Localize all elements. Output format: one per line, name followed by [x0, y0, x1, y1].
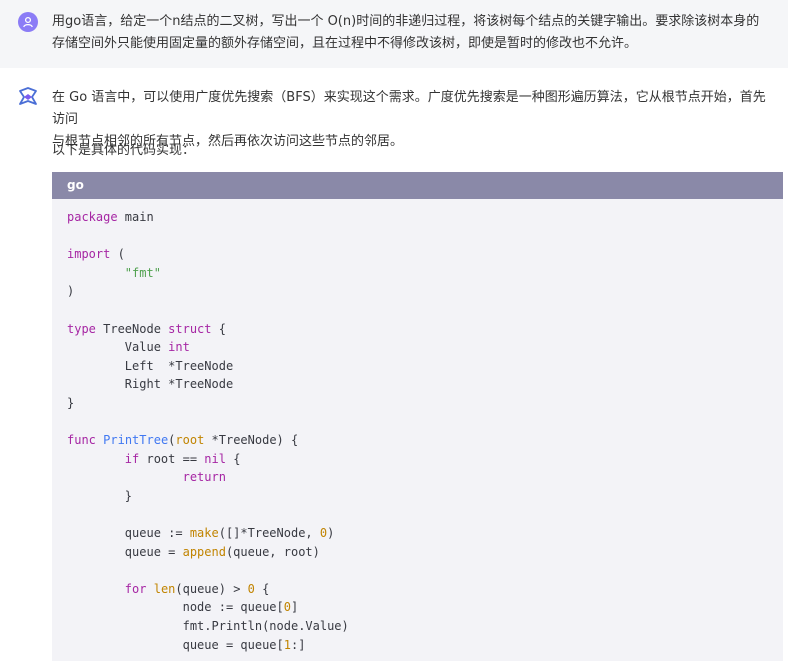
code-line: }	[67, 488, 133, 503]
code-body[interactable]: package main​import ( "fmt")​type TreeNo…	[52, 199, 783, 654]
user-message-line: 存储空间外只能使用固定量的额外存储空间，且在过程中不得修改该树，即使是暂时的修改…	[52, 36, 638, 51]
code-line: )	[67, 284, 75, 299]
code-line: fmt.Println(node.Value)	[67, 619, 349, 634]
code-line: func PrintTree(root *TreeNode) {	[67, 433, 299, 448]
code-line: node := queue[0]	[67, 600, 299, 615]
code-line: }	[67, 395, 75, 410]
code-line: ​	[67, 561, 783, 580]
code-line: return	[182, 470, 226, 485]
user-message-row: 用go语言，给定一个n结点的二叉树，写出一个 O(n)时间的非递归过程，将该树每…	[0, 0, 788, 68]
code-line: import (	[67, 247, 125, 262]
code-line: Value int	[67, 340, 190, 355]
user-icon	[22, 13, 34, 32]
code-line: queue = queue[1:]	[67, 637, 306, 652]
assistant-logo-icon	[17, 87, 39, 112]
user-avatar	[18, 12, 38, 32]
code-line: ​	[67, 413, 783, 432]
code-line: Right *TreeNode	[67, 377, 234, 392]
assistant-line: 在 Go 语言中，可以使用广度优先搜索（BFS）来实现这个需求。广度优先搜索是一…	[52, 90, 766, 127]
code-line: for len(queue) > 0 {	[124, 581, 270, 596]
code-line: type TreeNode struct {	[67, 321, 226, 336]
code-language-label: go	[52, 172, 783, 199]
assistant-avatar	[17, 86, 39, 108]
user-message-line: 用go语言，给定一个n结点的二叉树，写出一个 O(n)时间的非递归过程，将该树每…	[52, 14, 760, 29]
user-message-text: 用go语言，给定一个n结点的二叉树，写出一个 O(n)时间的非递归过程，将该树每…	[52, 11, 762, 55]
chat-window: 用go语言，给定一个n结点的二叉树，写出一个 O(n)时间的非递归过程，将该树每…	[0, 0, 788, 661]
code-line: Left *TreeNode	[67, 358, 234, 373]
code-block: go package main​import ( "fmt")​type Tre…	[52, 172, 783, 661]
code-line: "fmt"	[124, 265, 161, 280]
assistant-paragraph-intro: 以下是具体的代码实现：	[52, 143, 196, 158]
assistant-message-row: 在 Go 语言中，可以使用广度优先搜索（BFS）来实现这个需求。广度优先搜索是一…	[0, 68, 788, 661]
code-line: ​	[67, 301, 783, 320]
code-line: if root == nil {	[124, 451, 241, 466]
code-line: package main	[67, 210, 154, 224]
code-line: queue := make([]*TreeNode, 0)	[67, 526, 335, 541]
code-line: queue = append(queue, root)	[67, 544, 320, 559]
code-line: ​	[67, 506, 783, 525]
code-line: ​	[67, 227, 783, 246]
